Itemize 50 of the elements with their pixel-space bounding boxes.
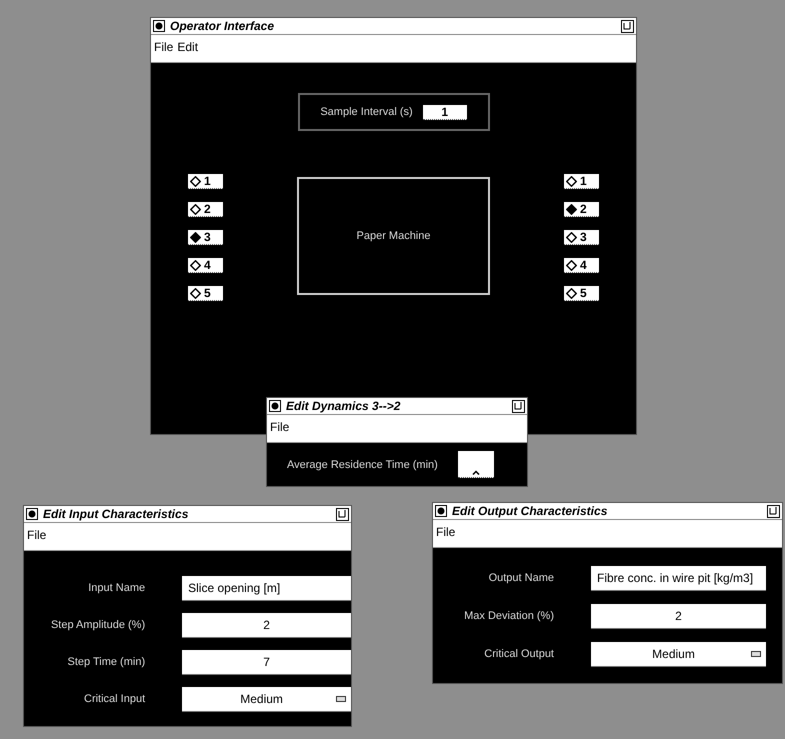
radio-button[interactable]: 3 (188, 230, 223, 245)
input-field[interactable]: 7 (182, 650, 351, 675)
window-title: Edit Output Characteristics (452, 505, 608, 517)
radio-button[interactable]: 4 (564, 258, 599, 273)
menu-item[interactable]: File (270, 418, 290, 436)
window-menu-icon[interactable] (269, 400, 281, 412)
field-label: Step Amplitude (%) (50, 618, 146, 634)
maximize-icon[interactable] (621, 20, 634, 32)
field-label: Input Name (87, 581, 146, 596)
input-field[interactable] (458, 451, 494, 478)
field-label: Critical Output (483, 647, 555, 662)
window-title: Operator Interface (170, 20, 274, 32)
radio-button[interactable]: 2 (564, 202, 599, 217)
radio-button[interactable]: 2 (188, 202, 223, 217)
radio-button[interactable]: 5 (188, 286, 223, 301)
menu-item[interactable]: File (436, 523, 456, 541)
window-menu-icon[interactable] (435, 505, 447, 517)
input-field[interactable]: 2 (182, 613, 351, 638)
process-label: Paper Machine (356, 228, 430, 244)
dropdown[interactable]: Medium (182, 687, 351, 712)
process-block[interactable]: Paper Machine (297, 177, 490, 295)
field-label: Average Residence Time (min) (287, 458, 438, 473)
field-label: Output Name (488, 571, 555, 586)
window-title: Edit Input Characteristics (43, 508, 188, 520)
input-field[interactable]: Slice opening [m] (182, 576, 351, 601)
radio-button[interactable]: 1 (564, 174, 599, 189)
field-label: Critical Input (83, 692, 146, 708)
maximize-icon[interactable] (512, 400, 525, 412)
radio-button[interactable]: 1 (188, 174, 223, 189)
option-menu-icon (336, 696, 346, 702)
maximize-icon[interactable] (336, 508, 349, 520)
field-label: Max Deviation (%) (463, 609, 555, 624)
menu-item[interactable]: File (27, 526, 46, 544)
menu-item[interactable]: Edit (177, 38, 198, 56)
field-label: Sample Interval (s) (320, 104, 413, 120)
window-menu-icon[interactable] (26, 508, 38, 520)
radio-button[interactable]: 3 (564, 230, 599, 245)
text-cursor-icon (472, 470, 480, 475)
input-field[interactable]: 1 (422, 104, 467, 120)
dropdown[interactable]: Medium (591, 642, 766, 667)
input-field[interactable]: 2 (591, 604, 766, 629)
window-title: Edit Dynamics 3-->2 (286, 400, 400, 412)
menu-item[interactable]: File (154, 38, 174, 56)
input-field[interactable]: Fibre conc. in wire pit [kg/m3] (591, 566, 766, 591)
window-menu-icon[interactable] (153, 20, 165, 32)
field-label: Step Time (min) (66, 655, 146, 670)
radio-button[interactable]: 4 (188, 258, 223, 273)
maximize-icon[interactable] (767, 504, 780, 518)
option-menu-icon (751, 651, 761, 657)
radio-button[interactable]: 5 (564, 286, 599, 301)
